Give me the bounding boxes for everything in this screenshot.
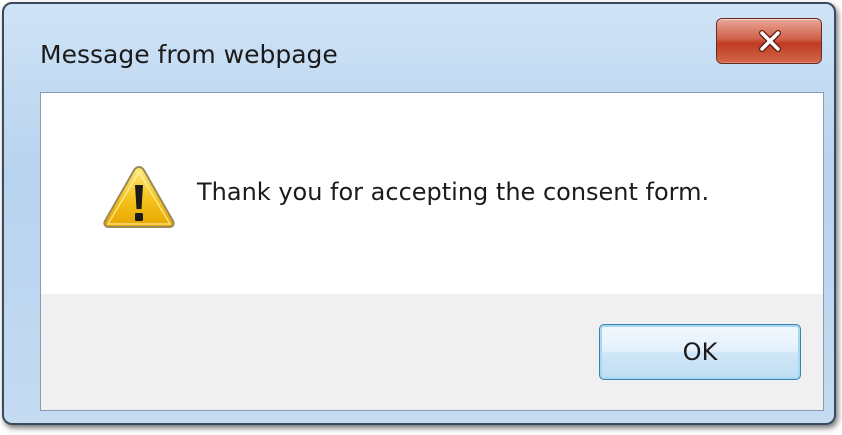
- message-area: Thank you for accepting the consent form…: [41, 93, 823, 294]
- dialog-body: Thank you for accepting the consent form…: [40, 92, 824, 411]
- dialog-title: Message from webpage: [40, 40, 338, 69]
- dialog-message: Thank you for accepting the consent form…: [197, 178, 710, 206]
- close-icon: [759, 30, 781, 52]
- close-button[interactable]: [716, 18, 822, 64]
- button-bar: OK: [41, 294, 823, 410]
- message-dialog: Message from webpage Thank you for accep…: [2, 2, 836, 425]
- warning-icon: [103, 165, 175, 228]
- ok-button[interactable]: OK: [599, 324, 801, 380]
